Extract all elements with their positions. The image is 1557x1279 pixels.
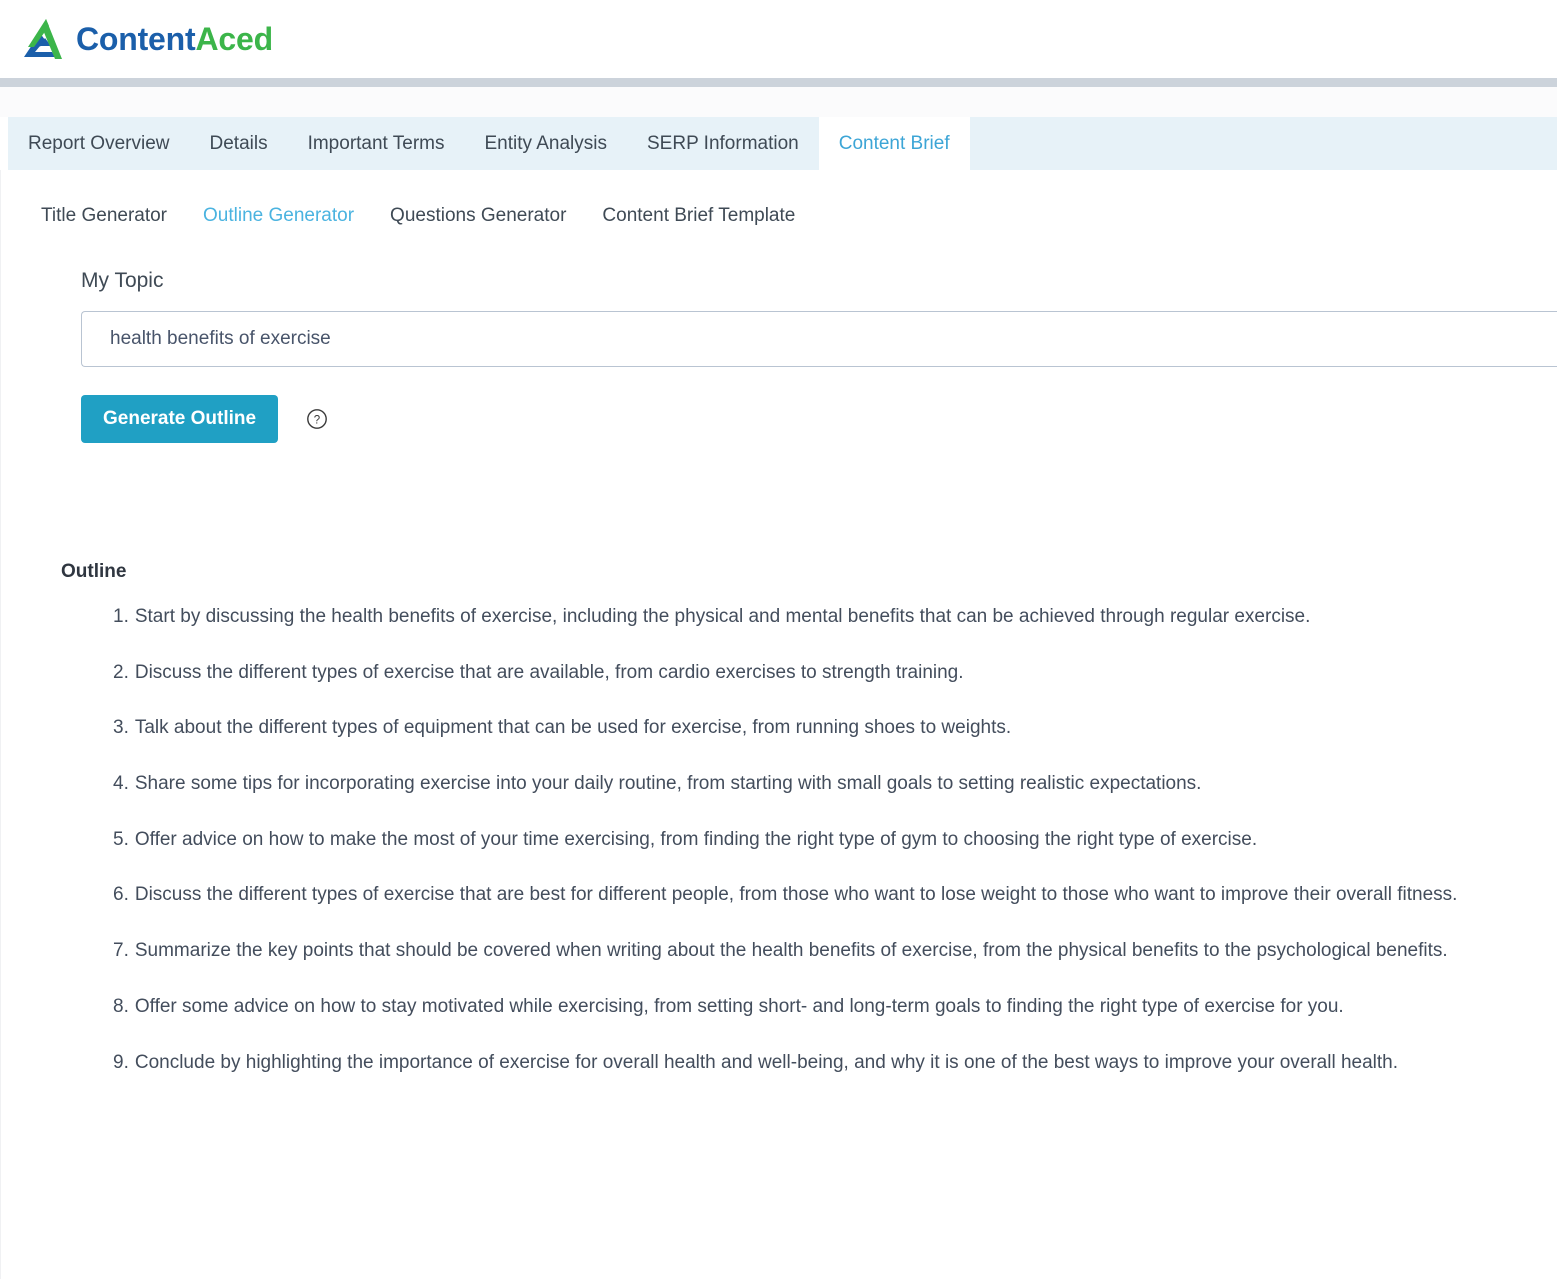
list-item-text: Summarize the key points that should be … <box>134 940 1448 962</box>
content-panel: Title Generator Outline Generator Questi… <box>0 170 1557 1279</box>
outline-list: 1. Start by discussing the health benefit… <box>61 605 1557 1075</box>
list-item-text: Offer some advice on how to stay motivat… <box>134 995 1344 1017</box>
list-item: 9. Conclude by highlighting the importanc… <box>113 1051 1557 1076</box>
generate-outline-button[interactable]: Generate Outline <box>81 395 279 443</box>
list-item-text: Discuss the different types of exercise … <box>134 884 1458 906</box>
list-item-text: Start by discussing the health benefits … <box>134 606 1311 627</box>
list-item-text: Offer advice on how to make the most of … <box>134 828 1258 850</box>
list-item-number: 1. <box>113 606 129 627</box>
main-tab-bar: Report Overview Details Important Terms … <box>8 117 1557 170</box>
brand-name-part1: Content <box>76 20 196 57</box>
list-item: 4. Share some tips for incorporating exer… <box>113 772 1557 797</box>
svg-text:?: ? <box>314 414 320 426</box>
topic-label: My Topic <box>81 269 164 292</box>
list-item-number: 8. <box>113 995 129 1017</box>
list-item-number: 9. <box>113 1051 129 1073</box>
list-item: 8. Offer some advice on how to stay motiv… <box>113 995 1557 1020</box>
list-item: 2. Discuss the different types of exercis… <box>113 661 1557 686</box>
tab-content-brief[interactable]: Content Brief <box>818 117 970 170</box>
subtab-title-generator[interactable]: Title Generator <box>41 205 185 227</box>
list-item-text: Discuss the different types of exercise … <box>134 661 964 683</box>
header-spacer <box>0 87 1557 117</box>
brand-name-part2: Aced <box>195 20 273 57</box>
list-item-number: 2. <box>113 661 129 683</box>
sub-tab-bar: Title Generator Outline Generator Questi… <box>9 170 1557 227</box>
list-item: 3. Talk about the different types of equi… <box>113 716 1557 741</box>
tab-report-overview[interactable]: Report Overview <box>8 117 190 170</box>
tab-details[interactable]: Details <box>190 117 288 170</box>
subtab-content-brief-template[interactable]: Content Brief Template <box>584 205 813 227</box>
outline-heading: Outline <box>61 561 127 582</box>
list-item-number: 5. <box>113 828 129 850</box>
list-item: 5. Offer advice on how to make the most o… <box>113 828 1557 853</box>
list-item: 7. Summarize the key points that should b… <box>113 939 1557 964</box>
list-item-text: Conclude by highlighting the importance … <box>134 1051 1399 1073</box>
list-item-text: Talk about the different types of equipm… <box>134 717 1012 739</box>
form-actions: Generate Outline ? <box>81 395 1557 443</box>
tab-entity-analysis[interactable]: Entity Analysis <box>465 117 628 170</box>
tab-serp-information[interactable]: SERP Information <box>627 117 819 170</box>
contentaced-logo-icon <box>12 13 68 65</box>
list-item-number: 4. <box>113 773 129 795</box>
question-mark-circle-icon[interactable]: ? <box>306 408 328 430</box>
app-header: ContentAced <box>0 0 1557 78</box>
outline-generator-form: My Topic Generate Outline ? <box>9 227 1557 443</box>
topic-input[interactable] <box>81 311 1557 367</box>
subtab-outline-generator[interactable]: Outline Generator <box>185 205 372 227</box>
list-item-number: 7. <box>113 940 129 962</box>
list-item-number: 6. <box>113 884 129 906</box>
subtab-questions-generator[interactable]: Questions Generator <box>372 205 584 227</box>
list-item-text: Share some tips for incorporating exerci… <box>134 773 1202 795</box>
header-divider <box>0 78 1557 87</box>
brand-name: ContentAced <box>76 21 273 58</box>
list-item: 1. Start by discussing the health benefit… <box>113 605 1557 630</box>
outline-result: Outline 1. Start by discussing the health… <box>9 443 1557 1075</box>
list-item: 6. Discuss the different types of exercis… <box>113 883 1557 908</box>
tab-important-terms[interactable]: Important Terms <box>288 117 465 170</box>
list-item-number: 3. <box>113 717 129 739</box>
